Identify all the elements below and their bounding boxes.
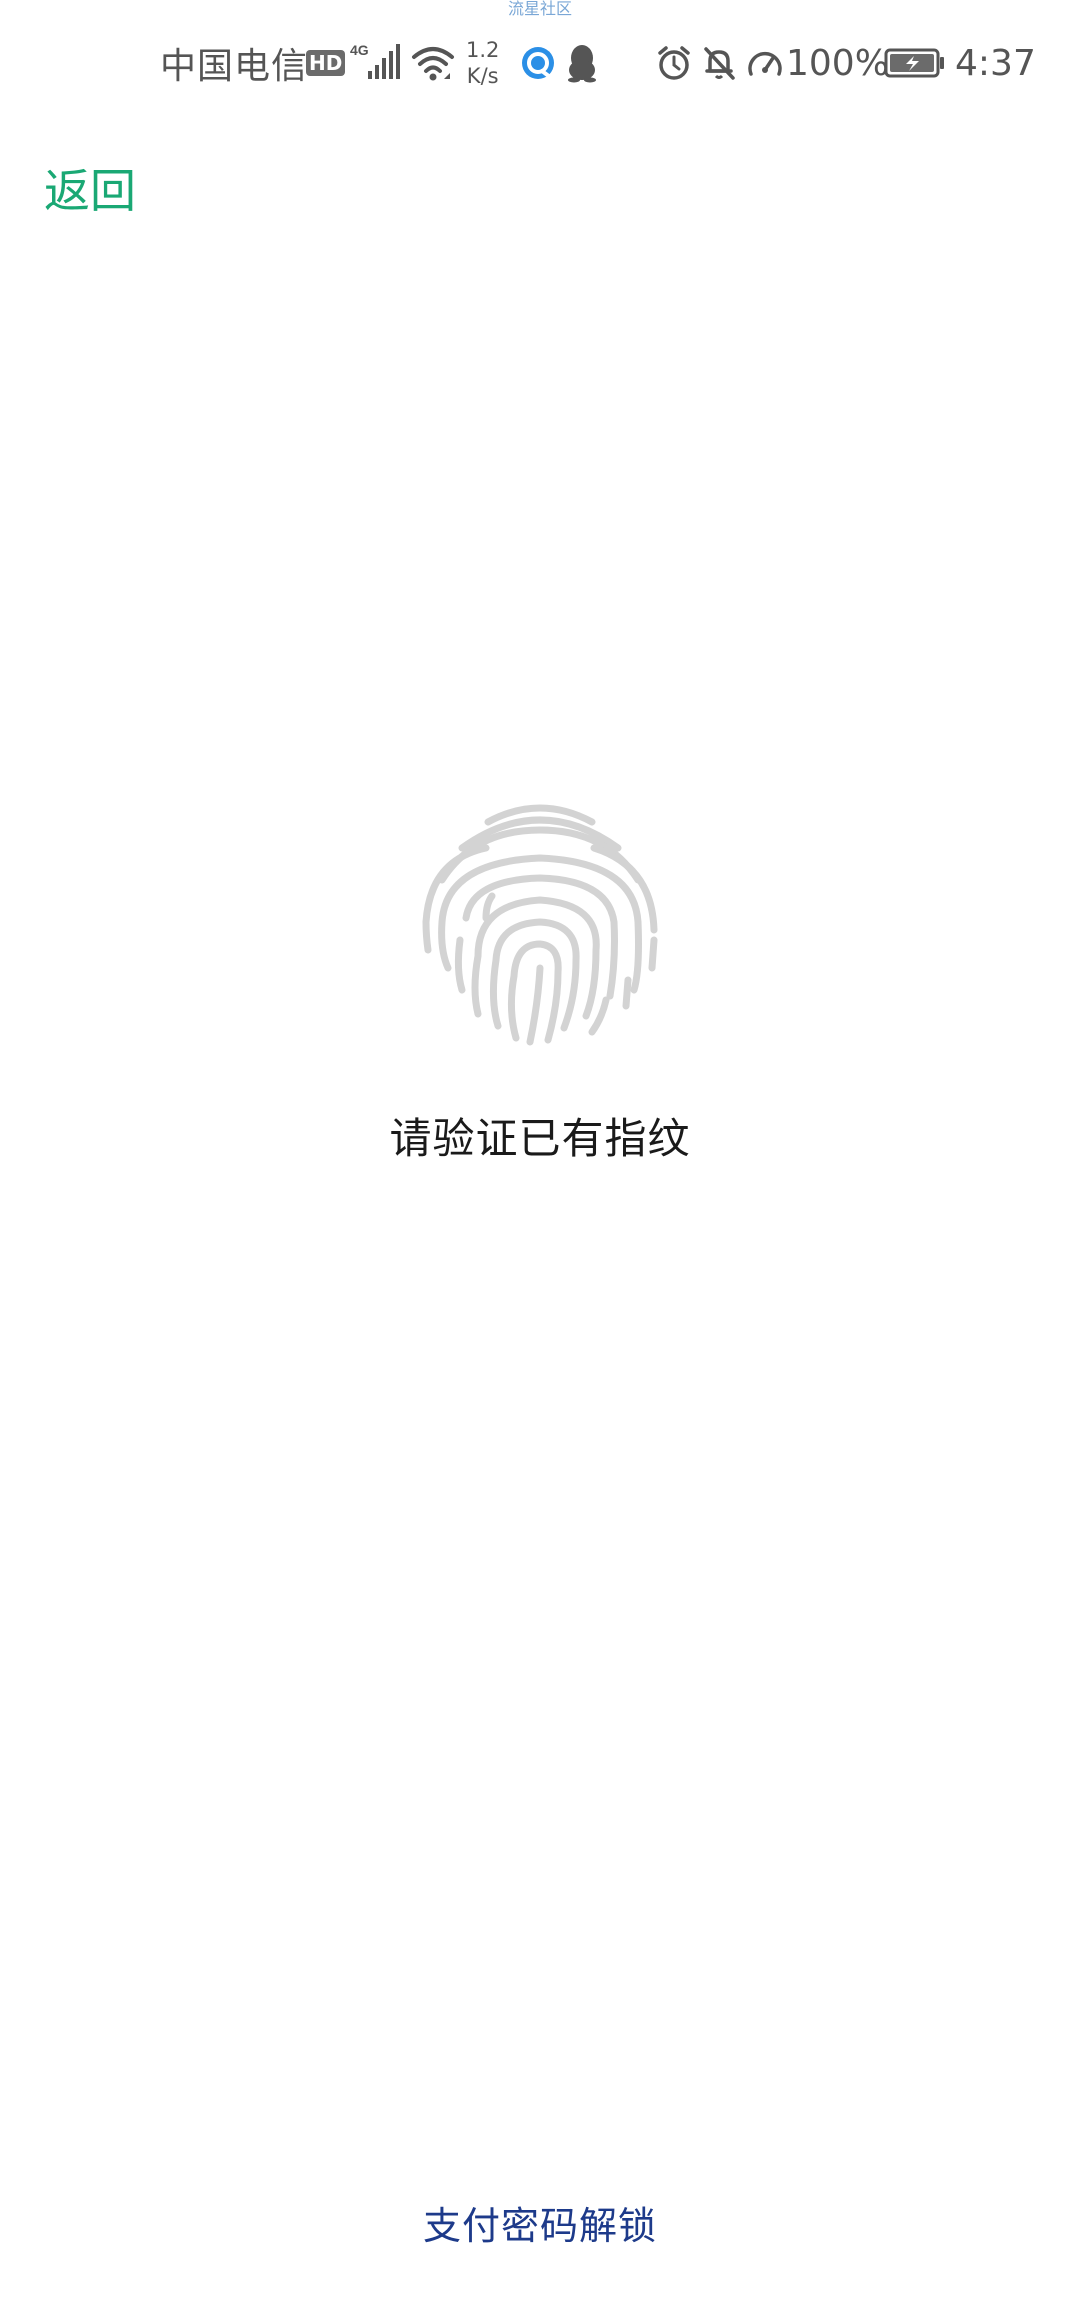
bell-muted-icon	[700, 28, 738, 98]
fingerprint-icon	[416, 800, 664, 1050]
wifi-icon	[410, 28, 456, 98]
battery-icon	[884, 28, 946, 98]
status-bar: 中国电信 HD 4G 1.2 K/s 100% 4:37	[0, 28, 1080, 98]
battery-percent: 100%	[786, 42, 889, 84]
alarm-icon	[655, 28, 693, 98]
qq-icon	[565, 28, 599, 98]
watermark: 流星社区	[507, 0, 572, 18]
signal-icon: 4G	[350, 28, 404, 98]
browser-icon	[520, 28, 556, 98]
network-type-label: 4G	[350, 42, 369, 58]
hd-icon: HD	[306, 28, 346, 98]
hd-badge-label: HD	[306, 50, 346, 76]
back-button[interactable]: 返回	[44, 155, 136, 221]
pay-password-unlock-link[interactable]: 支付密码解锁	[0, 2195, 1080, 2250]
net-speed-value: 1.2	[466, 38, 500, 62]
clock: 4:37	[955, 42, 1036, 84]
fingerprint-prompt: 请验证已有指纹	[389, 1114, 691, 1163]
net-speed-unit: K/s	[466, 64, 499, 88]
net-speed: 1.2 K/s	[466, 28, 499, 98]
speed-icon	[745, 28, 785, 98]
carrier-name: 中国电信	[160, 46, 309, 87]
